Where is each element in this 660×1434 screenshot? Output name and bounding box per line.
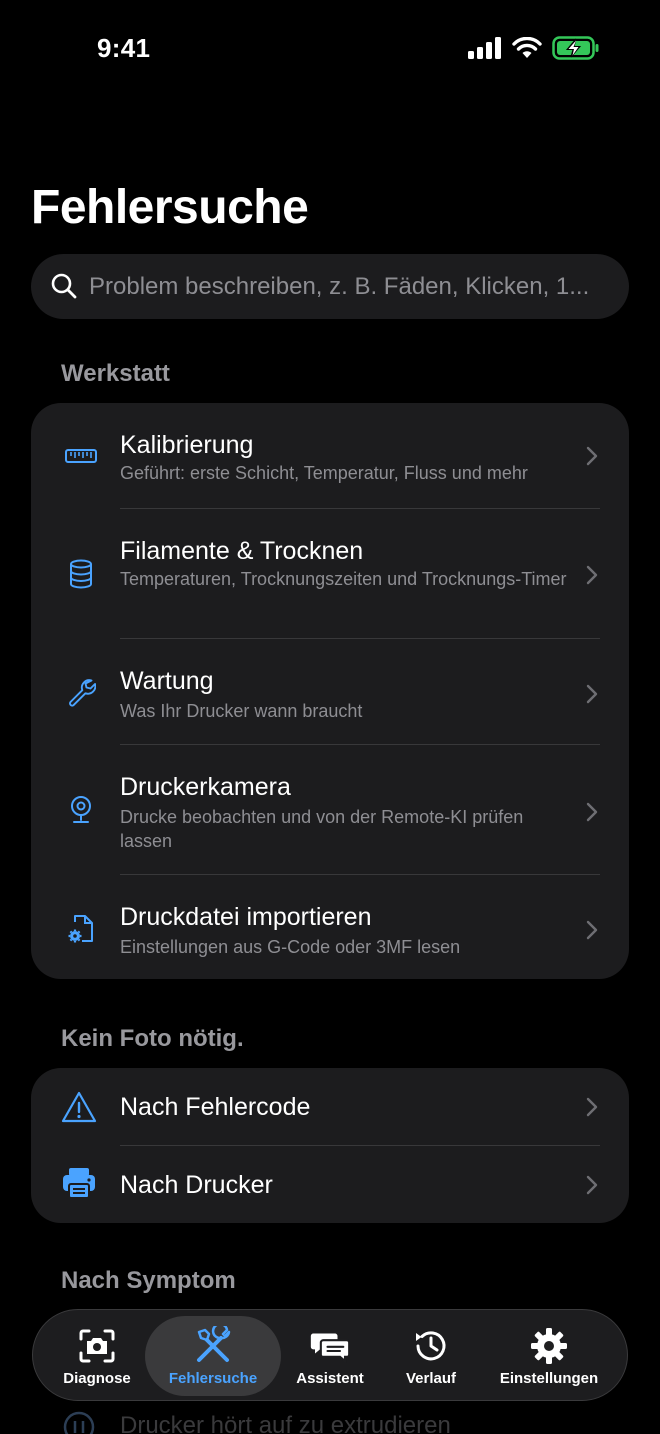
row-nach-drucker[interactable]: Nach Drucker	[31, 1146, 629, 1223]
chevron-right-icon	[586, 920, 598, 940]
pause-circle-icon	[63, 1411, 95, 1434]
row-kalibrierung[interactable]: Kalibrierung Geführt: erste Schicht, Tem…	[31, 403, 629, 508]
row-subtitle: Geführt: erste Schicht, Temperatur, Flus…	[120, 463, 528, 483]
werkstatt-card: Kalibrierung Geführt: erste Schicht, Tem…	[31, 403, 629, 979]
row-title: Kalibrierung	[120, 431, 254, 459]
section-header-nach-symptom: Nach Symptom	[61, 1267, 236, 1294]
search-input[interactable]	[89, 254, 611, 319]
tab-label: Verlauf	[405, 1370, 457, 1387]
row-druckdatei[interactable]: Druckdatei importieren Einstellungen aus…	[31, 875, 629, 979]
row-druckerkamera[interactable]: Druckerkamera Drucke beobachten und von …	[31, 745, 629, 874]
row-title: Druckerkamera	[120, 773, 291, 801]
chevron-right-icon	[586, 1097, 598, 1117]
battery-charging-icon	[552, 36, 599, 60]
database-icon	[61, 554, 101, 594]
tab-bar: Diagnose Fehlersuche Assistent Verlauf E…	[32, 1309, 628, 1401]
row-title: Druckdatei importieren	[120, 903, 372, 931]
status-time: 9:41	[97, 33, 151, 63]
chevron-right-icon	[586, 684, 598, 704]
chat-icon	[310, 1326, 350, 1366]
wrench-icon	[61, 672, 101, 712]
tab-einstellungen[interactable]: Einstellungen	[493, 1310, 605, 1402]
printer-icon	[59, 1163, 99, 1203]
search-icon	[51, 273, 77, 299]
chevron-right-icon	[586, 1175, 598, 1195]
section-header-kein-foto: Kein Foto nötig.	[61, 1025, 244, 1052]
kein-foto-card: Nach Fehlercode Nach Drucker	[31, 1068, 629, 1223]
row-title: Filamente & Trocknen	[120, 537, 364, 565]
row-title: Wartung	[120, 667, 214, 695]
row-subtitle: Temperaturen, Trocknungszeiten und Trock…	[120, 569, 567, 589]
row-title: Nach Fehlercode	[120, 1093, 311, 1121]
row-subtitle: Was Ihr Drucker wann braucht	[120, 701, 363, 721]
history-icon	[411, 1326, 451, 1366]
webcam-icon	[61, 790, 101, 830]
chevron-right-icon	[586, 802, 598, 822]
tab-fehlersuche[interactable]: Fehlersuche	[145, 1316, 281, 1396]
section-header-werkstatt: Werkstatt	[61, 360, 170, 387]
status-icons	[468, 36, 600, 60]
tab-label: Assistent	[296, 1370, 364, 1387]
tab-label: Fehlersuche	[168, 1370, 258, 1387]
tab-label: Einstellungen	[499, 1370, 599, 1387]
tab-verlauf[interactable]: Verlauf	[391, 1310, 471, 1402]
cellular-signal-icon	[468, 37, 501, 59]
chevron-right-icon	[586, 565, 598, 585]
gear-icon	[529, 1326, 569, 1366]
tab-label: Diagnose	[63, 1370, 131, 1387]
camera-icon	[77, 1326, 117, 1366]
file-gear-icon	[61, 909, 101, 949]
ruler-icon	[61, 436, 101, 476]
tab-diagnose[interactable]: Diagnose	[51, 1310, 143, 1402]
chevron-right-icon	[586, 446, 598, 466]
warning-icon	[59, 1087, 99, 1127]
row-nach-fehlercode[interactable]: Nach Fehlercode	[31, 1068, 629, 1145]
row-title: Nach Drucker	[120, 1171, 273, 1199]
row-subtitle: Einstellungen aus G-Code oder 3MF lesen	[120, 937, 461, 957]
row-subtitle: Drucke beobachten und von der Remote-KI …	[120, 807, 524, 851]
wifi-icon	[512, 37, 542, 58]
row-wartung[interactable]: Wartung Was Ihr Drucker wann braucht	[31, 639, 629, 744]
tab-assistent[interactable]: Assistent	[287, 1310, 373, 1402]
status-bar: 9:41	[0, 0, 660, 100]
symptom-item-peek[interactable]: Drucker hört auf zu extrudieren	[120, 1412, 451, 1434]
search-bar[interactable]	[31, 254, 629, 319]
row-filamente[interactable]: Filamente & Trocknen Temperaturen, Trock…	[31, 509, 629, 638]
tools-icon	[193, 1326, 233, 1366]
page-title: Fehlersuche	[31, 181, 309, 234]
